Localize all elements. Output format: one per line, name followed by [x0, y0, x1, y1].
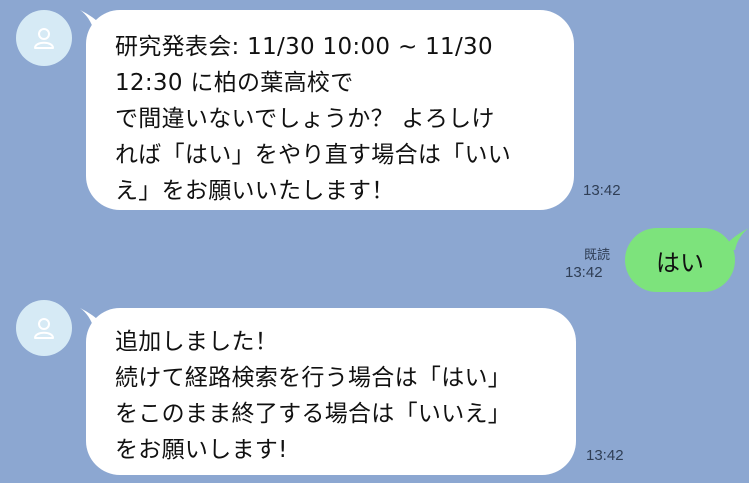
message-text-line: 続けて経路検索を行う場合は「はい」 — [115, 365, 512, 391]
message-text-line: 追加しました！ — [115, 329, 279, 355]
message-timestamp: 13:42 — [586, 447, 624, 464]
outgoing-message-bubble[interactable]: はい — [625, 228, 735, 292]
message-timestamp: 13:42 — [565, 264, 603, 281]
message-text-line: で間違いないでしょうか？ よろしけ — [115, 106, 495, 132]
message-text-line: をお願いします! — [115, 437, 288, 463]
bot-avatar-icon[interactable] — [16, 10, 72, 66]
message-text-line: れば「はい」をやり直す場合は「いい — [115, 142, 512, 168]
message-timestamp: 13:42 — [583, 182, 621, 199]
message-text-line: をこのまま終了する場合は「いいえ」 — [115, 401, 512, 427]
message-bubble[interactable]: 追加しました！ 続けて経路検索を行う場合は「はい」 をこのまま終了する場合は「い… — [86, 308, 576, 475]
chat-view: 研究発表会: 11/30 10:00 ~ 11/30 12:30 に柏の葉高校で… — [0, 0, 749, 483]
outgoing-message-text: はい — [656, 248, 704, 277]
read-receipt: 既読 — [584, 248, 611, 263]
message-text-line: 12:30 に柏の葉高校で — [115, 70, 354, 96]
message-bubble[interactable]: 研究発表会: 11/30 10:00 ~ 11/30 12:30 に柏の葉高校で… — [86, 10, 574, 210]
message-text-line: え」をお願いいたします！ — [115, 178, 395, 204]
user-silhouette-icon — [34, 28, 54, 49]
user-silhouette-icon — [34, 318, 54, 339]
message-text-line: 研究発表会: 11/30 10:00 ~ 11/30 — [115, 34, 493, 60]
outgoing-bubble-tail — [723, 228, 749, 250]
bot-avatar-icon[interactable] — [16, 300, 72, 356]
